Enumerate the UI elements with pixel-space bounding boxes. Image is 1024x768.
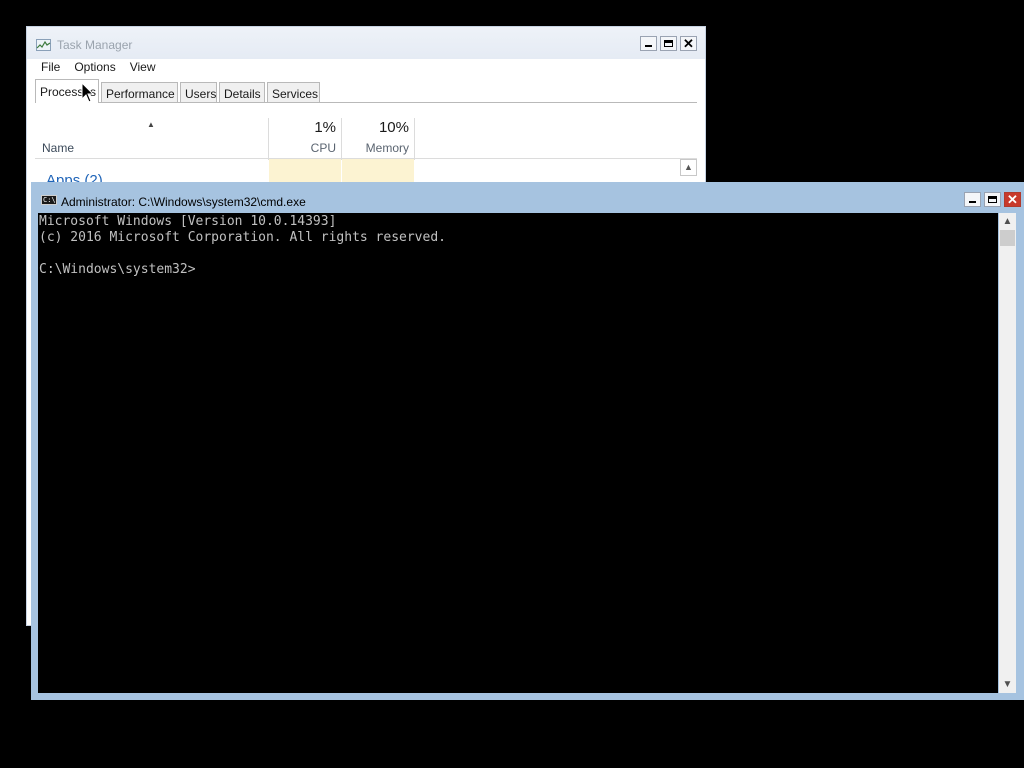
column-cpu-header[interactable]: CPU <box>275 141 336 155</box>
menu-view[interactable]: View <box>130 58 163 76</box>
menu-bar: File Options View <box>41 58 170 76</box>
tab-services[interactable]: Services <box>267 82 320 102</box>
tab-bar: Processes Performance Users Details Serv… <box>35 79 697 103</box>
task-manager-icon <box>36 39 51 51</box>
column-divider[interactable] <box>341 118 342 160</box>
menu-file[interactable]: File <box>41 58 67 76</box>
close-button[interactable]: ✕ <box>1004 192 1021 207</box>
minimize-button[interactable] <box>964 192 981 207</box>
console-text: Microsoft Windows [Version 10.0.14393] (… <box>39 214 446 277</box>
window-title: Task Manager <box>57 38 133 52</box>
cmd-icon: C:\ <box>41 195 57 205</box>
column-header: ▲ Name 1% CPU 10% Memory <box>35 118 697 160</box>
minimize-icon <box>969 201 976 203</box>
tab-users[interactable]: Users <box>180 82 217 102</box>
cmd-window[interactable]: C:\ Administrator: C:\Windows\system32\c… <box>31 182 1024 700</box>
vertical-scrollbar[interactable]: ▲ ▼ <box>999 213 1016 693</box>
scroll-thumb[interactable] <box>1000 230 1015 246</box>
close-icon: ✕ <box>1007 192 1018 207</box>
cmd-titlebar[interactable]: C:\ Administrator: C:\Windows\system32\c… <box>31 182 1024 212</box>
maximize-icon <box>664 40 673 47</box>
column-name-header[interactable]: Name <box>42 141 74 155</box>
memory-percent: 10% <box>378 119 409 136</box>
maximize-button[interactable] <box>984 192 1001 207</box>
task-manager-titlebar[interactable]: Task Manager ✕ <box>27 27 705 59</box>
window-title: Administrator: C:\Windows\system32\cmd.e… <box>61 195 306 209</box>
maximize-icon <box>988 196 997 203</box>
column-divider[interactable] <box>268 118 269 160</box>
mouse-cursor-icon <box>81 82 95 103</box>
minimize-button[interactable] <box>640 36 657 51</box>
tab-performance[interactable]: Performance <box>101 82 178 102</box>
cmd-icon-text: C:\ <box>43 196 56 204</box>
close-button[interactable]: ✕ <box>680 36 697 51</box>
tab-details[interactable]: Details <box>219 82 265 102</box>
minimize-icon <box>645 45 652 47</box>
sort-up-arrow-icon: ▲ <box>147 120 155 129</box>
menu-options[interactable]: Options <box>74 58 122 76</box>
column-divider[interactable] <box>414 118 415 160</box>
console-output[interactable]: Microsoft Windows [Version 10.0.14393] (… <box>38 213 998 693</box>
close-icon: ✕ <box>683 36 694 51</box>
scroll-up-arrow-icon[interactable]: ▲ <box>999 213 1016 230</box>
scroll-down-arrow-icon[interactable]: ▼ <box>999 676 1016 693</box>
scroll-up-button[interactable]: ▲ <box>680 159 697 176</box>
column-memory-header[interactable]: Memory <box>345 141 409 155</box>
maximize-button[interactable] <box>660 36 677 51</box>
cpu-percent: 1% <box>314 119 336 136</box>
